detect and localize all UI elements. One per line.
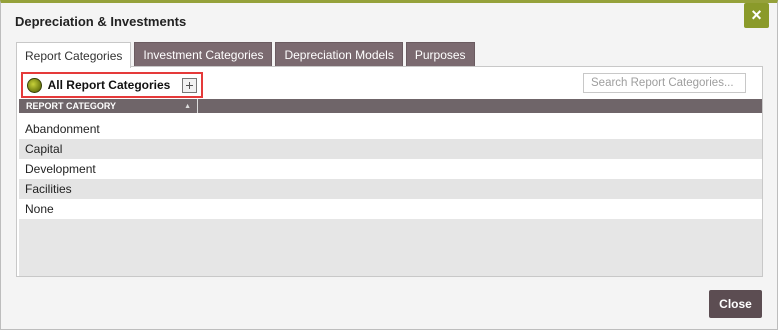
- tab-investment-categories[interactable]: Investment Categories: [134, 42, 273, 67]
- report-categories-panel: All Report Categories REPORT CATEGORY ▲ …: [16, 66, 763, 277]
- tab-bar: Report Categories Investment Categories …: [16, 42, 475, 68]
- tab-depreciation-models[interactable]: Depreciation Models: [275, 42, 403, 67]
- table-row[interactable]: Development: [19, 159, 762, 179]
- table-row[interactable]: Facilities: [19, 179, 762, 199]
- depreciation-investments-dialog: Depreciation & Investments × Report Cate…: [0, 0, 778, 330]
- tab-report-categories[interactable]: Report Categories: [16, 42, 132, 68]
- table-row[interactable]: None: [19, 199, 762, 219]
- table-row[interactable]: Capital: [19, 139, 762, 159]
- grid-header: REPORT CATEGORY ▲: [19, 99, 762, 113]
- dialog-title: Depreciation & Investments: [15, 14, 187, 29]
- search-input[interactable]: [583, 73, 746, 93]
- add-icon[interactable]: [182, 77, 197, 93]
- close-button[interactable]: Close: [709, 290, 762, 318]
- column-header-report-category[interactable]: REPORT CATEGORY ▲: [19, 99, 198, 113]
- column-header-label: REPORT CATEGORY: [26, 101, 117, 111]
- tab-purposes[interactable]: Purposes: [405, 42, 475, 67]
- table-row[interactable]: Abandonment: [19, 119, 762, 139]
- sort-ascending-icon: ▲: [184, 102, 191, 110]
- category-list: Abandonment Capital Development Faciliti…: [19, 119, 762, 219]
- category-toolbar: All Report Categories: [21, 72, 203, 98]
- empty-grid-area: [19, 219, 762, 276]
- globe-icon: [27, 77, 42, 93]
- close-icon[interactable]: ×: [744, 3, 769, 28]
- category-title: All Report Categories: [47, 78, 171, 92]
